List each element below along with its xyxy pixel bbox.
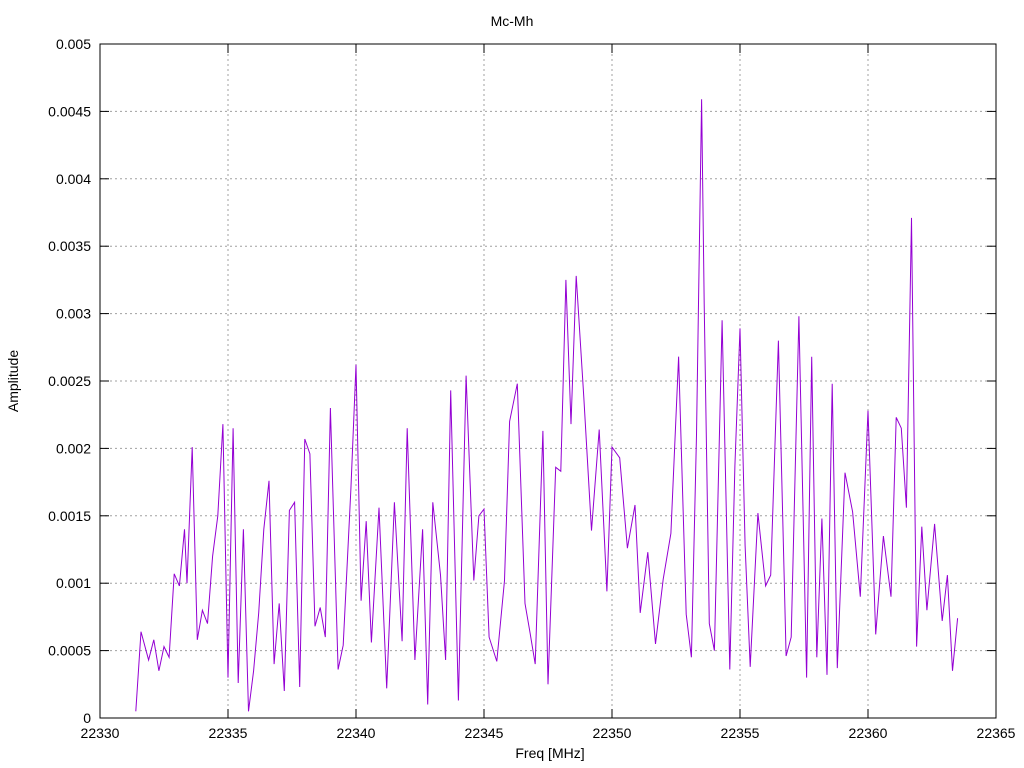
y-tick-label: 0.0015 [48,508,91,524]
x-tick-label: 22360 [849,725,888,741]
y-tick-label: 0 [83,710,91,726]
y-tick-label: 0.0025 [48,373,91,389]
x-tick-label: 22350 [593,725,632,741]
x-tick-label: 22345 [465,725,504,741]
x-tick-label: 22365 [977,725,1016,741]
y-tick-label: 0.005 [56,36,91,52]
y-tick-label: 0.0005 [48,643,91,659]
x-tick-label: 22330 [81,725,120,741]
y-tick-label: 0.0045 [48,103,91,119]
y-tick-label: 0.0035 [48,238,91,254]
x-tick-label: 22340 [337,725,376,741]
x-axis-label: Freq [MHz] [515,745,585,761]
series-line [135,99,959,712]
chart-svg: 0 0.0005 0.001 0.0015 0.002 0.0025 0.003 0.0035… [48,36,1016,741]
y-tick-label: 0.004 [56,171,91,187]
y-tick-label: 0.002 [56,440,91,456]
x-tick-label: 22355 [721,725,760,741]
y-tick-label: 0.001 [56,575,91,591]
y-axis-label: Amplitude [5,349,21,413]
y-tick-label: 0.003 [56,306,91,322]
x-tick-label: 22335 [209,725,248,741]
